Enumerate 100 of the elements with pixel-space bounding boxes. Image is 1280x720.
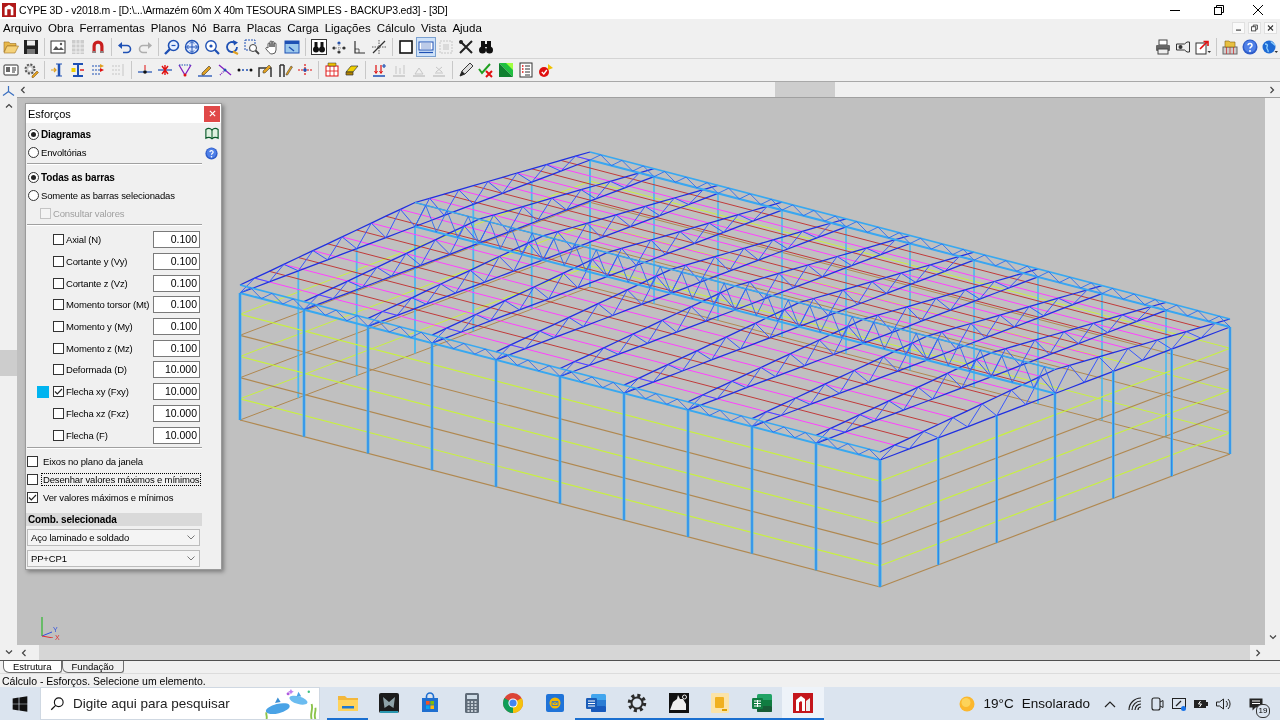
checkbox[interactable] [53,429,64,441]
menu-item[interactable]: Cálculo [373,21,419,34]
value-field[interactable]: 10.000 [153,383,200,401]
scrollbar-thumb[interactable] [39,645,1250,660]
screen-pen-icon[interactable] [1171,695,1187,712]
axes-icon[interactable] [2,84,15,96]
checkbox[interactable] [53,299,64,311]
3d-viewport[interactable] [17,98,1265,645]
eraser-icon[interactable] [344,62,360,78]
value-field[interactable]: 0.100 [153,231,200,249]
arrows-dashed-icon[interactable] [90,62,106,78]
pencil-icon[interactable] [458,62,474,78]
window-icon[interactable] [284,39,300,55]
material-dropdown[interactable]: Aço laminado e soldado [27,528,200,546]
taskbar-button[interactable] [782,687,824,720]
wifi-icon[interactable] [1127,695,1143,712]
temperature-text[interactable]: 19°C [983,696,1014,711]
menu-item[interactable]: Carga [284,21,322,34]
scrollbar-thumb[interactable] [775,82,835,97]
menu-item[interactable]: Ferramentas [76,21,148,34]
weather-text[interactable]: Ensolarado [1021,696,1090,711]
restore-icon[interactable] [1248,21,1261,34]
menu-item[interactable]: Obra [45,21,77,34]
projector-icon[interactable] [1175,39,1191,55]
checkbox[interactable] [53,277,64,289]
checkbox[interactable] [53,364,64,376]
start-icon[interactable] [12,695,28,712]
square-icon[interactable] [398,39,414,55]
chevron-left-icon[interactable] [19,85,27,94]
cross-icon[interactable] [458,39,474,55]
book-icon[interactable] [204,127,219,140]
value-field[interactable]: 10.000 [153,361,200,379]
checklist-icon[interactable] [518,62,534,78]
chevron-left-icon[interactable] [20,648,28,657]
radio-button[interactable] [28,171,39,183]
checkbox[interactable] [53,256,64,268]
help-icon[interactable] [1242,39,1258,55]
diagonal-icon[interactable] [371,39,387,55]
printer-icon[interactable] [1155,39,1171,55]
speaker-icon[interactable] [1215,695,1231,712]
circle-check-icon[interactable] [538,62,554,78]
binoculars-icon[interactable] [478,39,494,55]
chevron-up-icon[interactable] [1104,699,1116,708]
gear-pencil-icon[interactable] [23,62,39,78]
load-arrows-icon[interactable] [371,62,387,78]
menu-item[interactable]: Planos [147,21,189,34]
magnet-icon[interactable] [90,39,106,55]
rotate-icon[interactable] [224,39,240,55]
menu-item[interactable]: Ligações [321,21,374,34]
document-image-icon[interactable] [50,39,66,55]
value-field[interactable]: 0.100 [153,253,200,271]
hand-icon[interactable] [264,39,280,55]
triangle-node-icon[interactable] [177,62,193,78]
menu-item[interactable]: Arquivo [0,21,45,34]
magnifier-icon[interactable] [204,39,220,55]
value-field[interactable]: 0.100 [153,274,200,292]
scrollbar-thumb[interactable] [0,350,17,376]
help-icon[interactable] [205,147,218,160]
checkbox[interactable] [53,321,64,333]
value-field[interactable]: 0.100 [153,296,200,314]
menu-item[interactable]: Vista [418,21,450,34]
nodes-icon[interactable] [331,39,347,55]
checkbox[interactable] [27,456,38,468]
value-field[interactable]: 10.000 [153,404,200,422]
search-box[interactable]: Digite aqui para pesquisar [40,687,320,720]
radio-button[interactable] [28,189,39,201]
checkbox[interactable] [53,386,64,398]
menu-item[interactable]: Barra [209,21,244,34]
cross-star-icon[interactable] [157,62,173,78]
checkbox[interactable] [53,407,64,419]
screen-icon[interactable] [416,37,436,57]
column-pencil-icon[interactable] [277,62,293,78]
menu-item[interactable]: Ajuda [449,21,485,34]
radio-button[interactable] [28,146,39,158]
chevron-right-icon[interactable] [1268,85,1276,94]
chevron-down-icon[interactable] [4,648,13,656]
zoom-window-icon[interactable] [244,39,260,55]
value-field[interactable]: 10.000 [153,426,200,444]
gradient-square-icon[interactable] [498,62,514,78]
chevron-down-icon[interactable] [1268,633,1277,641]
search-field[interactable]: Digite aqui para pesquisar [73,693,261,714]
radio-button[interactable] [28,128,39,140]
grid-frame-icon[interactable] [324,62,340,78]
checkbox[interactable] [53,234,64,246]
angle-icon[interactable] [351,39,367,55]
chevron-up-icon[interactable] [4,102,13,110]
tab[interactable]: Fundação [61,661,124,673]
folder-grid-icon[interactable] [1222,39,1238,55]
menu-item[interactable]: Placas [243,21,285,34]
menu-item[interactable]: Nó [188,21,210,34]
tab[interactable]: Estrutura [3,661,62,673]
chevron-right-icon[interactable] [1254,648,1262,657]
diagonal-line-icon[interactable] [217,62,233,78]
checkbox[interactable] [53,342,64,354]
zoom-out-icon[interactable] [164,39,180,55]
checkbox[interactable] [27,474,38,486]
checkbox[interactable] [27,492,38,504]
value-field[interactable]: 0.100 [153,318,200,336]
beam-icon[interactable] [70,62,86,78]
load-case-dropdown[interactable]: PP+CP1 [27,549,200,567]
